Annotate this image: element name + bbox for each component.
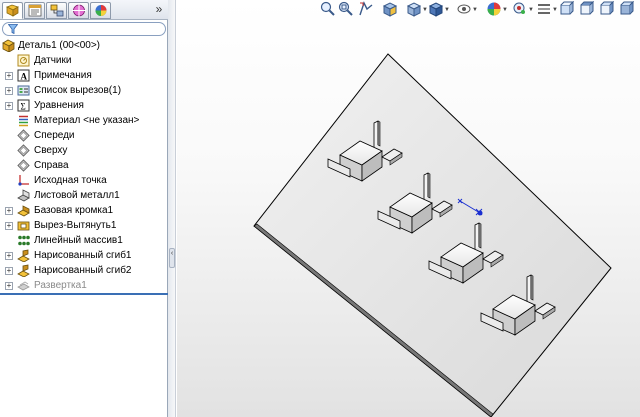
annotation-icon: A (17, 69, 30, 82)
origin-icon (18, 175, 29, 186)
panel-splitter[interactable]: ‹ (168, 0, 176, 417)
plane-icon (17, 159, 30, 172)
flatten-icon (17, 281, 30, 291)
svg-text:Σ: Σ (21, 102, 26, 112)
crosshair-icon (72, 4, 86, 17)
tree-item[interactable]: Линейный массив1 (0, 233, 168, 248)
tree-item-label: Исходная точка (34, 175, 107, 186)
configurationmanager-tab[interactable] (46, 2, 67, 19)
expand-toggle[interactable]: + (5, 252, 13, 260)
tree-item-label: Вырез-Вытянуть1 (34, 220, 117, 231)
tree-item[interactable]: Исходная точка (0, 173, 168, 188)
expand-toggle[interactable]: + (5, 222, 13, 230)
tree-item-label: Нарисованный сгиб1 (34, 250, 132, 261)
plane-icon (17, 144, 30, 157)
tree-item-label: Материал <не указан> (34, 115, 140, 126)
tree-item[interactable]: + Нарисованный сгиб1 (0, 248, 168, 263)
svg-text:A: A (21, 72, 28, 82)
panel-tab-bar: » (0, 0, 168, 20)
tree-item-label: Линейный массив1 (34, 235, 123, 246)
tree-item[interactable]: + Σ Уравнения (0, 98, 168, 113)
tree-item-label: Спереди (34, 130, 75, 141)
filter-icon (8, 24, 18, 34)
tree-item-label: Список вырезов(1) (34, 85, 122, 96)
tree-item-label: Базовая кромка1 (34, 205, 114, 216)
tree-item-label: Листовой металл1 (34, 190, 120, 201)
featuremanager-panel: » Деталь1 (00<00>) Датчики + A Примечания + Сп… (0, 0, 168, 417)
tree-item[interactable]: Листовой металл1 (0, 188, 168, 203)
property-icon (28, 4, 42, 17)
tree-item[interactable]: Датчики (0, 53, 168, 68)
feature-tree-icon (6, 4, 19, 17)
rollback-bar[interactable] (0, 293, 168, 295)
tree-item[interactable]: + Список вырезов(1) (0, 83, 168, 98)
material-icon (19, 115, 28, 127)
featuremanager-tab[interactable] (2, 2, 23, 19)
tree-item[interactable]: + Вырез-Вытянуть1 (0, 218, 168, 233)
tree-item[interactable]: Спереди (0, 128, 168, 143)
tree-item[interactable]: + Базовая кромка1 (0, 203, 168, 218)
tree-item-label: Уравнения (34, 100, 84, 111)
more-tabs-button[interactable]: » (153, 2, 165, 17)
tree-item[interactable]: + Нарисованный сгиб2 (0, 263, 168, 278)
expand-toggle[interactable]: + (5, 267, 13, 275)
tree-item-label: Примечания (34, 70, 92, 81)
plane-icon (17, 129, 30, 142)
tree-item-label: Развертка1 (34, 280, 87, 291)
graphics-area[interactable]: ▼ ▼ ▼ ▼ ▼ ▼ (177, 0, 640, 417)
extruded-cut-icon (17, 221, 30, 231)
expand-toggle[interactable]: + (5, 102, 13, 110)
part-icon (2, 39, 15, 52)
sheet-metal-part[interactable] (177, 0, 640, 417)
tree-filter-input[interactable] (2, 22, 166, 36)
cutlist-icon (17, 85, 30, 96)
sketched-bend-icon (17, 264, 30, 277)
expand-toggle[interactable]: + (5, 87, 13, 95)
configuration-icon (50, 4, 64, 17)
sensor-icon (17, 54, 30, 67)
tree-item-label: Нарисованный сгиб2 (34, 265, 132, 276)
expand-toggle[interactable]: + (5, 207, 13, 215)
tree-item[interactable]: Сверху (0, 143, 168, 158)
expand-toggle[interactable]: + (5, 72, 13, 80)
tree-item[interactable]: + Развертка1 (0, 278, 168, 293)
dimxpert-tab[interactable] (68, 2, 89, 19)
tree-item[interactable]: Справа (0, 158, 168, 173)
tree-item[interactable]: + A Примечания (0, 68, 168, 83)
collapse-panel-handle[interactable]: ‹ (169, 248, 175, 268)
equation-icon: Σ (17, 99, 30, 112)
propertymanager-tab[interactable] (24, 2, 45, 19)
tree-item-label: Справа (34, 160, 69, 171)
tree-item-label: Датчики (34, 55, 72, 66)
tree-item-label: Сверху (34, 145, 68, 156)
linear-pattern-icon (18, 235, 30, 246)
tree-root-part[interactable]: Деталь1 (00<00>) (0, 38, 168, 53)
sheetmetal-icon (17, 189, 30, 202)
tree-root-label: Деталь1 (00<00>) (18, 40, 101, 51)
sketched-bend-icon (17, 249, 30, 262)
expand-toggle[interactable]: + (5, 282, 13, 290)
base-flange-icon (17, 205, 30, 217)
appearance-icon (95, 5, 107, 16)
display-manager-tab[interactable] (90, 2, 111, 19)
tree-item[interactable]: Материал <не указан> (0, 113, 168, 128)
base-plate (253, 53, 612, 417)
